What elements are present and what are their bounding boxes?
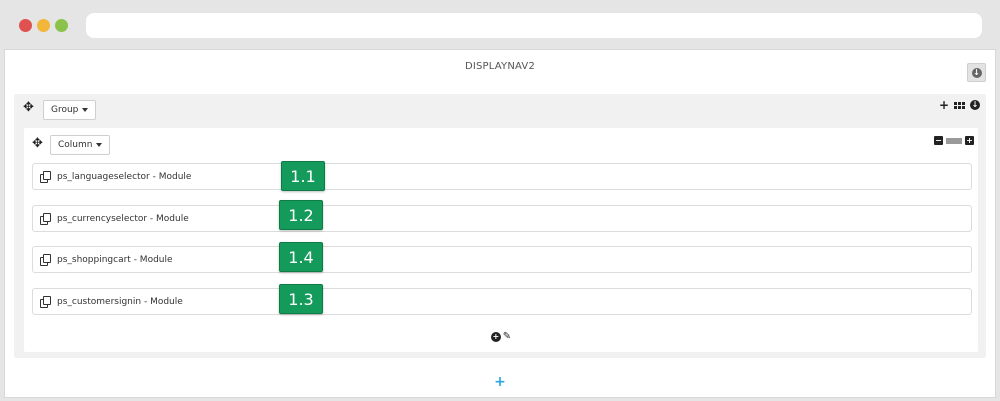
chevron-down-circle-icon: ↓ <box>971 67 982 78</box>
module-label: ps_languageselector - Module <box>57 171 192 182</box>
column-bottom-actions: + ✎ <box>24 332 978 342</box>
grid-icon[interactable] <box>954 101 965 109</box>
module-label: ps_shoppingcart - Module <box>57 254 173 265</box>
column-container: ✥ Column − + ps_languageselector - Modul… <box>24 128 978 352</box>
copy-icon <box>40 253 52 266</box>
pencil-icon[interactable]: ✎ <box>503 332 511 342</box>
window-maximize-dot[interactable] <box>55 19 68 32</box>
browser-chrome <box>0 0 1000 49</box>
column-width-bar[interactable] <box>946 137 962 144</box>
group-toggle-circle-icon[interactable]: ↓ <box>970 100 980 110</box>
order-badge: 1.1 <box>281 161 325 191</box>
increase-width-icon[interactable]: + <box>965 136 974 145</box>
caret-down-icon <box>82 108 89 112</box>
order-badge: 1.2 <box>279 200 323 230</box>
add-group-button[interactable]: + <box>5 375 995 389</box>
group-dropdown-button[interactable]: Group <box>43 100 97 120</box>
hook-toggle-button[interactable]: ↓ <box>967 63 986 82</box>
order-badge: 1.4 <box>279 242 323 272</box>
decrease-width-icon[interactable]: − <box>934 136 943 145</box>
column-move-icon[interactable]: ✥ <box>32 137 43 150</box>
add-module-icon[interactable]: + <box>490 332 501 342</box>
hook-title: DISPLAYNAV2 <box>464 61 536 72</box>
address-bar[interactable] <box>86 13 982 38</box>
module-row[interactable]: ps_languageselector - Module <box>32 163 972 190</box>
move-icon[interactable]: ✥ <box>23 101 34 114</box>
module-row[interactable]: ps_customersignin - Module <box>32 288 972 315</box>
module-label: ps_customersignin - Module <box>57 296 183 307</box>
order-badge: 1.3 <box>279 284 323 314</box>
group-actions: + ↓ <box>939 99 980 111</box>
copy-icon <box>40 212 52 225</box>
module-label: ps_currencyselector - Module <box>57 213 189 224</box>
group-dropdown-label: Group <box>51 105 79 115</box>
copy-icon <box>40 295 52 308</box>
add-column-icon[interactable]: + <box>939 99 949 111</box>
module-row[interactable]: ps_shoppingcart - Module <box>32 246 972 273</box>
caret-down-icon <box>96 143 103 147</box>
column-width-controls: − + <box>934 136 974 145</box>
column-dropdown-button[interactable]: Column <box>50 135 111 155</box>
window-minimize-dot[interactable] <box>37 19 50 32</box>
window-close-dot[interactable] <box>19 19 32 32</box>
copy-icon <box>40 170 52 183</box>
module-row[interactable]: ps_currencyselector - Module <box>32 205 972 232</box>
hook-panel: DISPLAYNAV2 ↓ ✥ Group + ↓ ✥ Column − + p… <box>4 49 996 398</box>
group-container: ✥ Group + ↓ ✥ Column − + ps_languagesele… <box>14 94 986 358</box>
column-dropdown-label: Column <box>58 140 93 150</box>
